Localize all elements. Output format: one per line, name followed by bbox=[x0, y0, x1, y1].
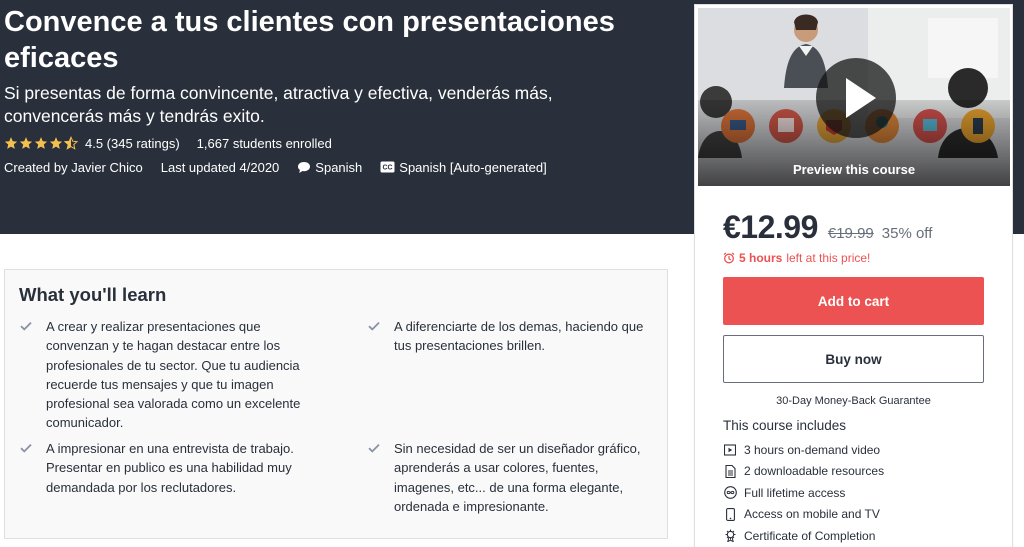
includes-item: 3 hours on-demand video bbox=[723, 439, 884, 461]
learn-item-text: A diferenciarte de los demas, haciendo q… bbox=[394, 319, 644, 354]
star-icon bbox=[4, 137, 18, 149]
price-row: €12.99 €19.99 35% off bbox=[723, 209, 932, 246]
svg-text:CC: CC bbox=[383, 165, 393, 172]
timer-text: left at this price! bbox=[786, 251, 871, 265]
purchase-card: Preview this course €12.99 €19.99 35% of… bbox=[694, 4, 1013, 547]
course-subtitle: Si presentas de forma convincente, atrac… bbox=[4, 83, 553, 126]
learn-item-text: Sin necesidad de ser un diseñador gráfic… bbox=[394, 441, 641, 514]
learn-item: A crear y realizar presentaciones que co… bbox=[20, 317, 320, 433]
course-meta: Created by Javier Chico Last updated 4/2… bbox=[4, 158, 547, 176]
includes-item: 2 downloadable resources bbox=[723, 461, 884, 483]
closed-captions-icon: CC bbox=[380, 161, 395, 173]
check-icon bbox=[368, 443, 380, 453]
last-updated: Last updated 4/2020 bbox=[160, 159, 280, 175]
includes-item-label: 2 downloadable resources bbox=[744, 464, 885, 479]
video-icon bbox=[723, 443, 737, 457]
star-icon bbox=[34, 137, 48, 149]
learn-item: A impresionar en una entrevista de traba… bbox=[20, 439, 320, 497]
learn-item: Sin necesidad de ser un diseñador gráfic… bbox=[368, 439, 658, 516]
alarm-clock-icon bbox=[723, 252, 735, 264]
captions: CC Spanish [Auto-generated] bbox=[380, 159, 547, 175]
star-half-icon bbox=[64, 136, 78, 150]
play-icon bbox=[846, 78, 876, 118]
buy-now-button[interactable]: Buy now bbox=[723, 335, 984, 383]
preview-label: Preview this course bbox=[792, 162, 916, 177]
includes-item-label: Access on mobile and TV bbox=[744, 507, 880, 522]
includes-list: 3 hours on-demand video 2 downloadable r… bbox=[723, 439, 884, 547]
course-preview[interactable]: Preview this course bbox=[698, 8, 1010, 186]
enrolled-count: 1,667 students enrolled bbox=[196, 135, 332, 151]
check-icon bbox=[20, 321, 32, 331]
includes-item-label: 3 hours on-demand video bbox=[744, 442, 881, 457]
language-label: Spanish bbox=[315, 159, 363, 175]
captions-label: Spanish [Auto-generated] bbox=[399, 159, 547, 175]
mobile-icon bbox=[723, 507, 737, 521]
includes-item: Full lifetime access bbox=[723, 482, 884, 504]
rating-row: 4.5 (345 ratings) 1,667 students enrolle… bbox=[4, 134, 332, 152]
learn-item-text: A crear y realizar presentaciones que co… bbox=[46, 319, 301, 431]
check-icon bbox=[368, 321, 380, 331]
check-icon bbox=[20, 443, 32, 453]
learn-title: What you'll learn bbox=[19, 284, 167, 305]
learn-item: A diferenciarte de los demas, haciendo q… bbox=[368, 317, 658, 356]
current-price: €12.99 bbox=[723, 209, 818, 245]
add-to-cart-button[interactable]: Add to cart bbox=[723, 277, 984, 325]
speech-bubble-icon bbox=[298, 161, 311, 173]
created-by[interactable]: Created by Javier Chico bbox=[4, 160, 143, 175]
price-timer: 5 hours left at this price! bbox=[723, 251, 870, 265]
star-icon bbox=[49, 137, 63, 149]
language: Spanish bbox=[297, 160, 362, 175]
infinity-icon bbox=[723, 486, 737, 500]
course-title: Convence a tus clientes con presentacion… bbox=[4, 6, 615, 74]
money-back-guarantee: 30-Day Money-Back Guarantee bbox=[776, 395, 931, 407]
certificate-icon bbox=[723, 529, 737, 543]
includes-title: This course includes bbox=[723, 418, 847, 433]
includes-item-label: Certificate of Completion bbox=[744, 528, 876, 543]
file-icon bbox=[723, 464, 737, 478]
what-you-will-learn: What you'll learn A crear y realizar pre… bbox=[4, 269, 668, 539]
discount-percent: 35% off bbox=[881, 225, 933, 242]
includes-item: Certificate of Completion bbox=[723, 525, 884, 547]
play-button[interactable] bbox=[816, 58, 896, 138]
timer-hours: 5 hours bbox=[739, 251, 783, 265]
includes-item: Access on mobile and TV bbox=[723, 504, 884, 526]
original-price: €19.99 bbox=[827, 225, 874, 242]
star-rating bbox=[4, 136, 78, 150]
star-icon bbox=[19, 137, 33, 149]
rating-text[interactable]: 4.5 (345 ratings) bbox=[85, 136, 180, 151]
learn-item-text: A impresionar en una entrevista de traba… bbox=[46, 441, 294, 495]
includes-item-label: Full lifetime access bbox=[744, 485, 846, 500]
